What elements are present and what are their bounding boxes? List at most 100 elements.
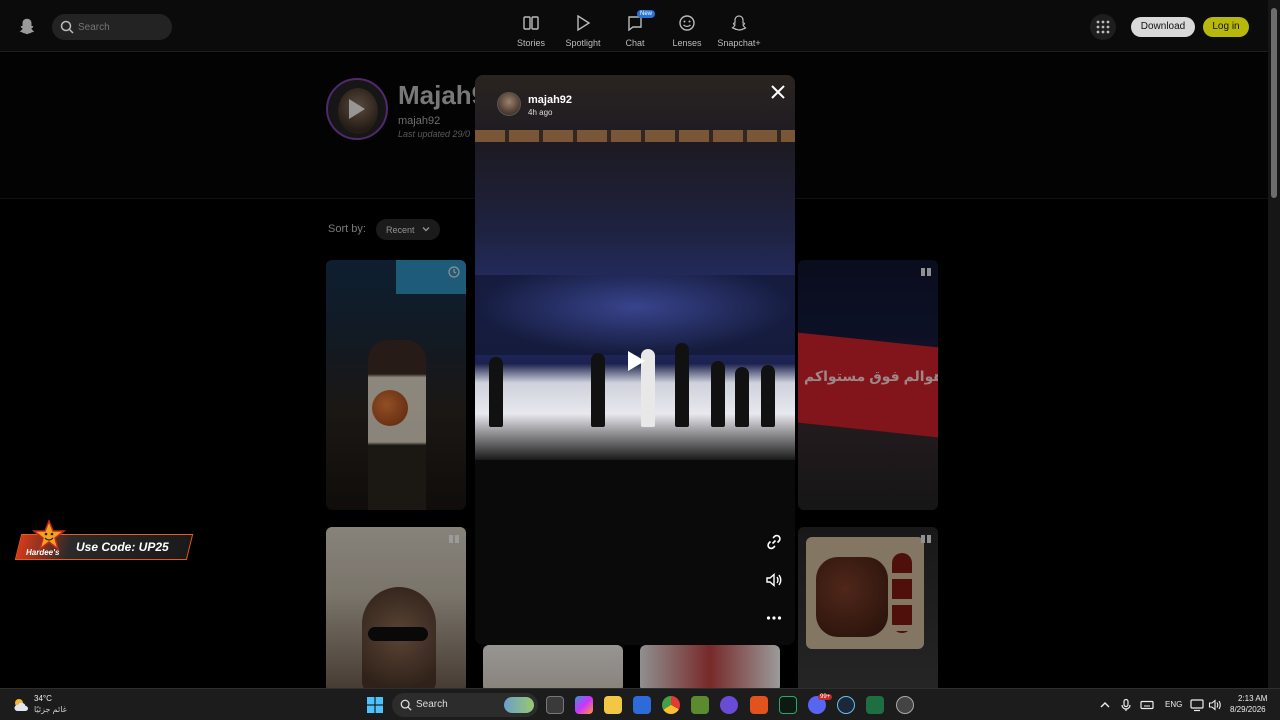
profile-avatar[interactable] bbox=[326, 78, 388, 140]
app-icon[interactable] bbox=[779, 696, 797, 714]
nav-label-chat: Chat bbox=[625, 38, 645, 48]
taskbar-clock-time[interactable]: 2:13 AM bbox=[1238, 694, 1267, 703]
tile-photo-sauces bbox=[892, 553, 912, 633]
spotlight-icon bbox=[577, 14, 591, 32]
multi-snap-icon bbox=[921, 535, 931, 543]
taskbar-search[interactable]: Search bbox=[392, 693, 538, 717]
download-button[interactable]: Download bbox=[1131, 17, 1195, 37]
taskbar-clock-date[interactable]: 8/29/2026 bbox=[1230, 705, 1266, 714]
viewer-avatar[interactable] bbox=[497, 92, 521, 116]
video-person bbox=[761, 365, 775, 427]
profile-last-updated: Last updated 29/0 bbox=[398, 129, 471, 139]
story-tile[interactable] bbox=[640, 645, 780, 692]
scrollbar-thumb[interactable] bbox=[1271, 8, 1277, 198]
partly-cloudy-icon[interactable] bbox=[12, 696, 30, 714]
video-person bbox=[711, 361, 725, 427]
tile-photo-person bbox=[368, 340, 426, 510]
nav-item-lenses[interactable]: Lenses bbox=[661, 10, 713, 48]
top-navigation-bar: Stories Spotlight New Chat Lenses Snapch… bbox=[0, 0, 1268, 52]
discord-notification-badge: 99+ bbox=[818, 694, 833, 700]
copilot-icon[interactable] bbox=[575, 696, 593, 714]
login-button[interactable]: Log in bbox=[1203, 17, 1249, 37]
snapchat-logo-icon[interactable] bbox=[18, 17, 36, 35]
brave-browser-icon[interactable] bbox=[750, 696, 768, 714]
nav-label-lenses: Lenses bbox=[672, 38, 702, 48]
story-tile[interactable] bbox=[483, 645, 623, 692]
story-tile[interactable]: افرحو على هوالم فوق مستواكم LVL bbox=[798, 260, 938, 510]
nav-item-snapchat-plus[interactable]: Snapchat+ bbox=[713, 10, 765, 48]
close-icon[interactable] bbox=[769, 83, 787, 101]
grid-icon bbox=[1096, 20, 1110, 34]
main-nav: Stories Spotlight New Chat Lenses Snapch… bbox=[505, 10, 765, 48]
volume-icon[interactable] bbox=[765, 571, 783, 589]
chrome-icon[interactable] bbox=[662, 696, 680, 714]
chevron-up-icon[interactable] bbox=[1098, 698, 1112, 712]
keyboard-icon[interactable] bbox=[1140, 698, 1154, 712]
tile-photo-brisket bbox=[816, 557, 888, 637]
video-person bbox=[735, 367, 749, 427]
play-icon bbox=[349, 99, 365, 119]
story-viewer-modal: majah92 4h ago bbox=[475, 75, 795, 645]
link-icon[interactable] bbox=[765, 533, 783, 551]
file-explorer-icon[interactable] bbox=[604, 696, 622, 714]
viewer-side-actions bbox=[765, 533, 785, 645]
sort-label: Sort by: bbox=[328, 223, 366, 235]
video-ceiling-lights bbox=[475, 130, 795, 142]
input-language[interactable]: ENG bbox=[1165, 700, 1182, 709]
story-tile[interactable] bbox=[326, 260, 466, 510]
nav-item-stories[interactable]: Stories bbox=[505, 10, 557, 48]
video-person bbox=[591, 353, 605, 427]
volume-icon[interactable] bbox=[1208, 698, 1222, 712]
video-person bbox=[675, 343, 689, 427]
search-input[interactable] bbox=[78, 18, 166, 36]
viewer-timestamp: 4h ago bbox=[528, 108, 553, 117]
nav-label-spotlight: Spotlight bbox=[565, 38, 601, 48]
viewer-username[interactable]: majah92 bbox=[528, 94, 572, 106]
search-bar[interactable] bbox=[52, 14, 172, 40]
microsoft-store-icon[interactable] bbox=[633, 696, 651, 714]
multi-snap-icon bbox=[921, 268, 931, 276]
microphone-icon[interactable] bbox=[1119, 698, 1133, 712]
promo-brand: Hardee's bbox=[26, 548, 60, 557]
chat-new-badge: New bbox=[637, 10, 656, 18]
multi-snap-icon bbox=[449, 535, 459, 543]
profile-display-name: Majah9 bbox=[398, 80, 487, 110]
windows-taskbar: 34°C غائم جزئيًا Search 99+ ENG 2:13 AM … bbox=[0, 688, 1280, 720]
excel-icon[interactable] bbox=[866, 696, 884, 714]
story-video[interactable] bbox=[475, 75, 795, 460]
weather-description[interactable]: غائم جزئيًا bbox=[34, 705, 67, 714]
steam-icon[interactable] bbox=[837, 696, 855, 714]
search-icon bbox=[60, 20, 74, 34]
snapchat-plus-icon bbox=[731, 15, 747, 31]
sort-dropdown[interactable]: Recent bbox=[376, 219, 440, 240]
tile-photo-sunglasses bbox=[368, 627, 428, 641]
windows-start-icon[interactable] bbox=[367, 697, 383, 713]
story-tile[interactable] bbox=[798, 527, 938, 692]
app-icon[interactable] bbox=[720, 696, 738, 714]
story-tile[interactable] bbox=[326, 527, 466, 692]
clock-icon bbox=[448, 266, 460, 278]
more-options-icon[interactable] bbox=[765, 609, 783, 627]
nav-item-chat[interactable]: New Chat bbox=[609, 10, 661, 48]
lenses-icon bbox=[679, 15, 695, 31]
profile-username: majah92 bbox=[398, 115, 441, 127]
page-scrollbar[interactable] bbox=[1268, 0, 1280, 688]
settings-gear-icon[interactable] bbox=[896, 696, 914, 714]
nav-item-spotlight[interactable]: Spotlight bbox=[557, 10, 609, 48]
apps-grid-button[interactable] bbox=[1090, 14, 1116, 40]
sort-value: Recent bbox=[386, 224, 415, 235]
tile-banner-text: افرحو على هوالم فوق مستواكم LVL bbox=[804, 368, 938, 384]
search-icon bbox=[400, 699, 412, 711]
task-view-icon[interactable] bbox=[546, 696, 564, 714]
stories-icon bbox=[523, 16, 539, 30]
weather-temperature[interactable]: 34°C bbox=[34, 694, 52, 703]
promo-banner[interactable]: Hardee's Use Code: UP25 bbox=[12, 520, 194, 564]
nav-label-snapchat-plus: Snapchat+ bbox=[717, 38, 761, 48]
taskbar-search-label: Search bbox=[416, 699, 448, 710]
minecraft-icon[interactable] bbox=[691, 696, 709, 714]
promo-code-text: Use Code: UP25 bbox=[76, 540, 169, 554]
search-highlight-image bbox=[504, 697, 534, 713]
play-icon[interactable] bbox=[625, 349, 647, 373]
network-icon[interactable] bbox=[1190, 698, 1204, 712]
video-person bbox=[489, 357, 503, 427]
